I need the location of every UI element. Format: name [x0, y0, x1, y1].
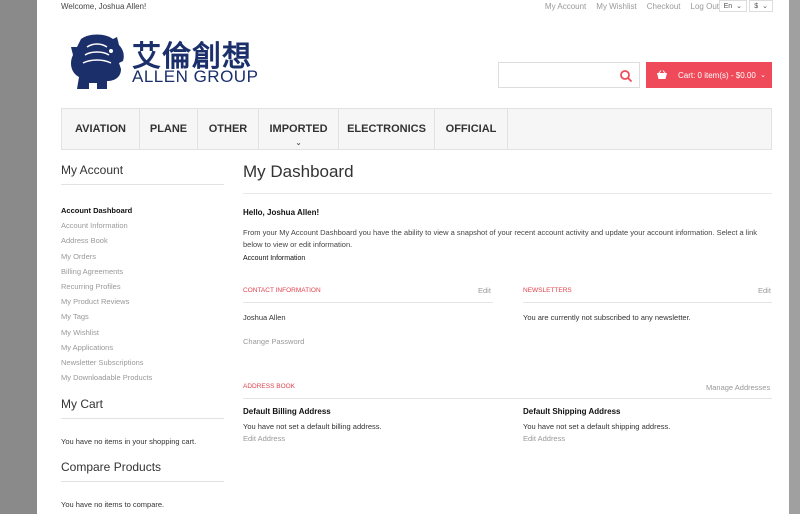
cart-empty-text: You have no items in your shopping cart. — [61, 437, 197, 447]
currency-select[interactable]: $ ⌄ — [749, 0, 773, 12]
sidebar-item-my-orders[interactable]: My Orders — [61, 249, 224, 264]
sidebar-item-my-tags[interactable]: My Tags — [61, 309, 224, 324]
newsletters-edit-link[interactable]: Edit — [758, 286, 771, 295]
main-navigation: AVIATION PLANE OTHER IMPORTED ⌄ ELECTRONI… — [61, 108, 772, 150]
my-account-link[interactable]: My Account — [545, 2, 586, 11]
scrollbar[interactable] — [789, 0, 800, 514]
sidebar-item-my-applications[interactable]: My Applications — [61, 340, 224, 355]
compare-products-heading: Compare Products — [61, 460, 224, 483]
my-account-heading: My Account — [61, 163, 224, 185]
manage-addresses-link[interactable]: Manage Addresses — [706, 383, 770, 392]
language-value: En — [723, 2, 733, 10]
sidebar-item-address-book[interactable]: Address Book — [61, 233, 224, 248]
nav-item-other[interactable]: OTHER — [198, 109, 259, 149]
sidebar-item-my-product-reviews[interactable]: My Product Reviews — [61, 294, 224, 309]
search-input[interactable] — [498, 62, 640, 88]
billing-address-text: You have not set a default billing addre… — [243, 422, 382, 431]
nav-item-official[interactable]: OFFICIAL — [435, 109, 508, 149]
shipping-edit-address-link[interactable]: Edit Address — [523, 434, 565, 443]
basket-icon — [657, 70, 667, 79]
nav-item-aviation[interactable]: AVIATION — [62, 109, 140, 149]
chevron-down-icon: ⌄ — [760, 72, 766, 79]
cart-summary: Cart: 0 item(s) - $0.00 — [678, 70, 756, 80]
page-title: My Dashboard — [243, 162, 772, 194]
page: Welcome, Joshua Allen! My Account My Wis… — [37, 0, 789, 514]
nav-label: OTHER — [208, 123, 248, 135]
sidebar-item-recurring-profiles[interactable]: Recurring Profiles — [61, 279, 224, 294]
my-wishlist-link[interactable]: My Wishlist — [596, 2, 636, 11]
chevron-down-icon: ⌄ — [736, 3, 742, 10]
shipping-address-title: Default Shipping Address — [523, 407, 621, 416]
welcome-message: Welcome, Joshua Allen! — [61, 2, 147, 11]
sidebar-item-my-wishlist[interactable]: My Wishlist — [61, 325, 224, 340]
account-menu: Account Dashboard Account Information Ad… — [61, 203, 224, 385]
contact-name: Joshua Allen — [243, 313, 286, 322]
lion-logo-icon — [71, 34, 124, 89]
sidebar-item-account-information[interactable]: Account Information — [61, 218, 224, 233]
log-out-link[interactable]: Log Out — [691, 2, 719, 11]
newsletters-title: NEWSLETTERS — [523, 287, 572, 294]
nav-label: PLANE — [149, 123, 188, 135]
nav-item-imported[interactable]: IMPORTED ⌄ — [259, 109, 339, 149]
my-cart-heading: My Cart — [61, 397, 224, 420]
nav-label: OFFICIAL — [445, 123, 497, 135]
top-links: My Account My Wishlist Checkout Log Out — [545, 2, 719, 11]
newsletter-status: You are currently not subscribed to any … — [523, 313, 691, 322]
chevron-down-icon: ⌄ — [295, 140, 302, 147]
nav-label: ELECTRONICS — [347, 123, 426, 135]
billing-edit-address-link[interactable]: Edit Address — [243, 434, 285, 443]
sidebar-item-billing-agreements[interactable]: Billing Agreements — [61, 264, 224, 279]
sidebar-item-newsletter-subscriptions[interactable]: Newsletter Subscriptions — [61, 355, 224, 370]
divider — [243, 398, 772, 399]
address-book-title: ADDRESS BOOK — [243, 383, 296, 390]
divider — [523, 302, 772, 303]
nav-label: IMPORTED — [269, 123, 328, 135]
change-password-link[interactable]: Change Password — [243, 337, 304, 346]
contact-information-title: CONTACT INFORMATION — [243, 287, 321, 294]
logo-english-text: ALLEN GROUP — [132, 67, 259, 86]
cart-button[interactable]: Cart: 0 item(s) - $0.00 ⌄ — [646, 62, 772, 88]
chevron-down-icon: ⌄ — [762, 3, 768, 10]
shipping-address-text: You have not set a default shipping addr… — [523, 422, 671, 431]
sidebar: My Account Account Dashboard Account Inf… — [61, 163, 224, 509]
currency-value: $ — [754, 2, 759, 10]
billing-address-title: Default Billing Address — [243, 407, 331, 416]
dashboard-content: My Dashboard Hello, Joshua Allen! From y… — [243, 162, 772, 443]
nav-label: AVIATION — [75, 123, 126, 135]
compare-empty-text: You have no items to compare. — [61, 500, 165, 510]
top-bar: Welcome, Joshua Allen! My Account My Wis… — [61, 0, 773, 14]
nav-item-electronics[interactable]: ELECTRONICS — [339, 109, 435, 149]
checkout-link[interactable]: Checkout — [647, 2, 681, 11]
account-information-heading: Account Information — [243, 255, 306, 262]
sidebar-item-my-downloadable-products[interactable]: My Downloadable Products — [61, 370, 224, 385]
hello-message: Hello, Joshua Allen! — [243, 208, 320, 217]
contact-edit-link[interactable]: Edit — [478, 286, 491, 295]
site-logo[interactable]: 艾倫創想 ALLEN GROUP — [67, 33, 259, 93]
language-select[interactable]: En ⌄ — [718, 0, 747, 12]
divider — [243, 302, 493, 303]
search-icon[interactable] — [619, 69, 633, 83]
nav-item-plane[interactable]: PLANE — [140, 109, 198, 149]
sidebar-item-account-dashboard[interactable]: Account Dashboard — [61, 203, 224, 218]
dashboard-intro: From your My Account Dashboard you have … — [243, 228, 758, 249]
